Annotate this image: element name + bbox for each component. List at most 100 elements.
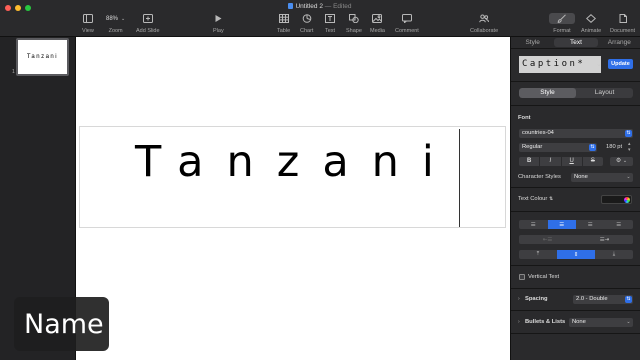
chevron-updown-icon: ⇅ [548,196,554,202]
add-slide-icon [142,14,153,23]
divider [511,333,640,334]
character-styles-popup[interactable]: None ⌄ [571,173,633,182]
animate-button[interactable]: Animate [581,13,601,34]
chevron-down-icon: ⌄ [626,174,631,180]
text-button[interactable]: Text [325,13,335,34]
tab-style[interactable]: Style [511,37,554,48]
gear-icon: ⚙︎ [615,158,622,164]
text-box-icon [325,14,336,23]
view-button[interactable]: View [82,13,94,34]
divider [511,81,640,82]
disclosure-triangle-icon[interactable]: › [518,319,520,325]
document-icon [619,14,627,23]
chevron-down-icon: ⌄ [622,158,628,164]
slide-canvas[interactable]: Tanzani [76,37,510,360]
align-bottom-button[interactable]: ⤓ [595,250,633,259]
font-family-popup[interactable]: countries-04 ⇅ [519,129,633,138]
media-icon [372,14,383,23]
align-middle-button[interactable]: ⇕ [557,250,595,259]
divider [511,288,640,289]
document-title: Untitled 2 — Edited [0,3,640,10]
name-overlay-text: Name [24,308,104,340]
name-overlay: Name [14,297,109,351]
update-style-button[interactable]: Update [608,59,633,69]
bullets-lists-popup[interactable]: None ⌄ [569,318,633,327]
text-colour-label[interactable]: Text Colour ⇅ [518,196,553,202]
colour-wheel-icon[interactable] [624,197,630,203]
increase-indent-button[interactable]: ☰⇥ [576,235,633,244]
chevron-down-icon: ⌄ [121,15,126,22]
collaborate-button[interactable]: Collaborate [470,13,498,34]
add-slide-button[interactable]: Add Slide [136,13,160,34]
character-styles-label: Character Styles [518,174,561,180]
slide-text-box[interactable]: Tanzani [79,126,506,228]
chevron-down-icon[interactable]: ⌄ [596,60,602,68]
vertical-text-checkbox[interactable] [519,274,525,280]
chevron-updown-icon: ⇅ [625,130,632,137]
document-name[interactable]: Untitled 2 [295,3,322,10]
font-section-label: Font [518,115,531,121]
typeface-popup[interactable]: Regular ⇅ [519,143,597,152]
italic-button[interactable]: I [540,157,562,166]
shape-icon [348,14,359,23]
slide-title-text[interactable]: Tanzani [135,137,457,187]
horizontal-alignment-buttons: ☰ ☰ ☰ ☰ [519,220,633,229]
zoom-value: 88% [106,15,119,22]
align-left-button[interactable]: ☰ [519,220,548,229]
slide-thumbnail[interactable]: Tanzani [16,38,69,76]
font-size-field[interactable]: 180 pt [606,144,622,150]
style-layout-segmented-control: Style Layout [519,88,633,98]
strikethrough-button[interactable]: S [583,157,603,166]
vertical-text-label: Vertical Text [528,274,560,280]
divider [511,211,640,212]
play-button[interactable]: Play [213,13,224,34]
comment-icon [401,14,412,23]
disclosure-triangle-icon[interactable]: › [518,296,520,302]
chart-icon [302,14,312,23]
comment-button[interactable]: Comment [395,13,419,34]
toolbar: Untitled 2 — Edited View 88% ⌄ Zoom Add S… [0,0,640,37]
format-button[interactable]: Format [549,13,575,34]
text-colour-well[interactable] [601,195,632,204]
text-format-buttons: B I U S [519,157,603,166]
shape-button[interactable]: Shape [346,13,362,34]
font-size-stepper[interactable]: ▴ ▾ [628,141,631,153]
keynote-document-icon [288,3,294,9]
tab-text[interactable]: Text [554,38,598,47]
format-inspector: Style Text Arrange Caption* ⌄ Update Sty… [510,37,640,360]
table-icon [278,14,289,23]
edited-status: Edited [333,3,352,10]
chevron-down-icon: ⌄ [626,319,631,325]
bold-button[interactable]: B [519,157,541,166]
play-icon [215,15,222,22]
segment-style[interactable]: Style [519,88,576,98]
bullets-lists-label[interactable]: Bullets & Lists [525,319,565,325]
segment-layout[interactable]: Layout [576,88,633,98]
decrease-indent-button[interactable]: ⇤☰ [519,235,576,244]
paintbrush-icon [557,14,566,23]
divider [511,265,640,266]
align-right-button[interactable]: ☰ [576,220,605,229]
spacing-popup[interactable]: 2.0 - Double ⇅ [573,295,633,304]
paragraph-style-preview[interactable]: Caption* [519,56,601,73]
collaborate-icon [479,14,490,23]
spacing-label[interactable]: Spacing [525,296,548,302]
underline-button[interactable]: U [562,157,583,166]
tab-arrange[interactable]: Arrange [598,37,640,48]
divider [511,105,640,106]
align-center-button[interactable]: ☰ [547,220,576,229]
chevron-updown-icon: ⇅ [625,296,632,303]
advanced-options-button[interactable]: ⚙︎ ⌄ [610,157,633,166]
slide-number: 1 [12,69,15,75]
vertical-alignment-buttons: ⤒ ⇕ ⤓ [519,250,633,259]
inspector-tabs: Style Text Arrange [511,37,640,49]
chart-button[interactable]: Chart [300,13,313,34]
document-button[interactable]: Document [610,13,635,34]
table-button[interactable]: Table [277,13,290,34]
align-top-button[interactable]: ⤒ [519,250,557,259]
indent-buttons: ⇤☰ ☰⇥ [519,235,633,244]
media-button[interactable]: Media [370,13,385,34]
justify-button[interactable]: ☰ [605,220,634,229]
zoom-button[interactable]: 88% ⌄ Zoom [106,13,126,35]
animate-icon [586,14,597,23]
